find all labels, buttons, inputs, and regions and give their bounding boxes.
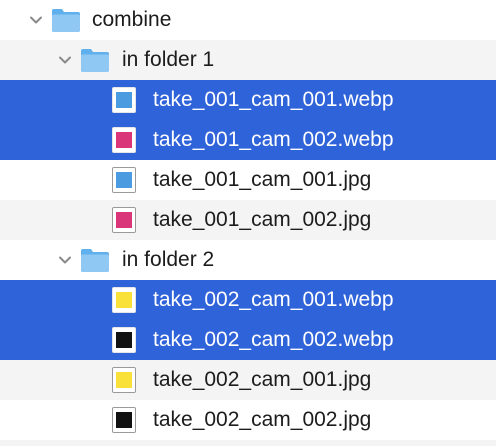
tree-row-in-folder-2[interactable]: in folder 2 xyxy=(0,240,496,280)
image-thumbnail xyxy=(116,412,132,428)
file-name-label: take_001_cam_001.webp xyxy=(153,88,394,111)
folder-icon xyxy=(52,9,80,32)
tree-row-in-folder-1[interactable]: in folder 1 xyxy=(0,40,496,80)
folder-name-label: combine xyxy=(92,8,172,31)
file-name-label: take_002_cam_001.jpg xyxy=(153,368,372,391)
file-name-label: take_002_cam_002.jpg xyxy=(153,408,372,431)
image-thumbnail xyxy=(116,132,132,148)
folder-icon xyxy=(81,249,109,272)
file-row[interactable]: take_002_cam_002.jpg xyxy=(0,400,496,440)
file-row[interactable]: take_002_cam_001.webp xyxy=(0,280,496,320)
image-file-icon xyxy=(112,207,136,233)
file-row[interactable]: take_001_cam_002.webp xyxy=(0,120,496,160)
image-file-icon xyxy=(112,407,136,433)
image-file-icon xyxy=(112,327,136,353)
folder-name-label: in folder 2 xyxy=(122,248,215,271)
file-row[interactable]: take_001_cam_001.jpg xyxy=(0,160,496,200)
image-thumbnail xyxy=(116,372,132,388)
chevron-down-icon[interactable] xyxy=(28,12,44,28)
file-name-label: take_002_cam_001.webp xyxy=(153,288,394,311)
file-row[interactable]: take_002_cam_001.jpg xyxy=(0,360,496,400)
chevron-down-icon[interactable] xyxy=(57,252,73,268)
image-thumbnail xyxy=(116,212,132,228)
file-name-label: take_002_cam_002.webp xyxy=(153,328,394,351)
file-name-label: take_001_cam_001.jpg xyxy=(153,168,372,191)
folder-name-label: in folder 1 xyxy=(122,48,215,71)
image-file-icon xyxy=(112,287,136,313)
image-thumbnail xyxy=(116,292,132,308)
image-file-icon xyxy=(112,167,136,193)
image-thumbnail xyxy=(116,332,132,348)
file-row[interactable]: take_001_cam_002.jpg xyxy=(0,200,496,240)
file-name-label: take_001_cam_002.jpg xyxy=(153,208,372,231)
file-row[interactable]: take_002_cam_002.webp xyxy=(0,320,496,360)
file-name-label: take_001_cam_002.webp xyxy=(153,128,394,151)
image-file-icon xyxy=(112,87,136,113)
image-file-icon xyxy=(112,367,136,393)
chevron-down-icon[interactable] xyxy=(57,52,73,68)
file-tree: combine in folder 1 take_001_cam_001.web… xyxy=(0,0,496,446)
tree-row-combine[interactable]: combine xyxy=(0,0,496,40)
image-thumbnail xyxy=(116,92,132,108)
file-row[interactable]: take_001_cam_001.webp xyxy=(0,80,496,120)
image-thumbnail xyxy=(116,172,132,188)
empty-row xyxy=(0,440,496,446)
image-file-icon xyxy=(112,127,136,153)
folder-icon xyxy=(81,49,109,72)
